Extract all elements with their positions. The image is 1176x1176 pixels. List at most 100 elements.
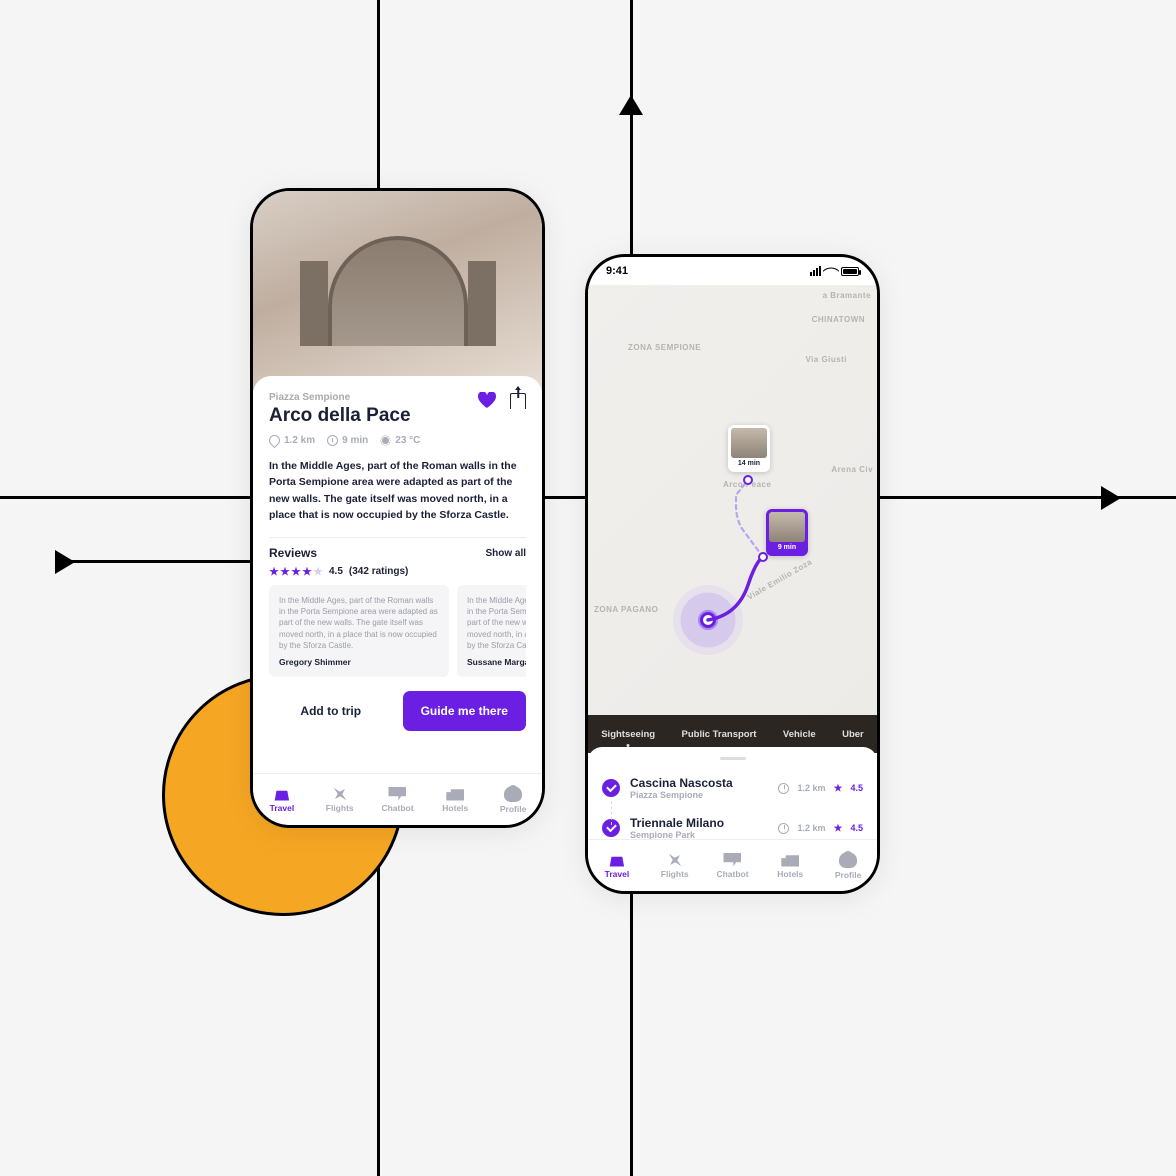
itinerary-stop[interactable]: Cascina Nascosta Piazza Sempione 1.2 km … [602,768,863,808]
tab-label: Hotels [777,869,803,879]
rating-count: (342 ratings) [349,566,408,577]
axis-seg [60,560,260,563]
tab-chatbot[interactable]: Chatbot [369,774,427,825]
duration-value: 9 min [342,435,368,446]
divider [269,537,526,538]
tab-flights[interactable]: Flights [311,774,369,825]
star-icon [269,567,279,577]
tab-hotels[interactable]: Hotels [426,774,484,825]
person-icon [839,852,857,868]
bottom-tab-bar: Travel Flights Chatbot Hotels Profile [253,773,542,825]
star-icon [833,784,842,793]
place-title: Arco della Pace [269,405,411,427]
tab-travel[interactable]: Travel [253,774,311,825]
phone-detail: Piazza Sempione Arco della Pace 1.2 km 9… [250,188,545,828]
tab-label: Chatbot [716,869,748,879]
tab-flights[interactable]: Flights [646,840,704,891]
axis-seg [630,100,633,270]
clock-icon [327,435,338,446]
transport-tab-uber[interactable]: Uber [840,725,866,744]
battery-icon [841,267,859,276]
transport-tab-vehicle[interactable]: Vehicle [781,725,818,744]
tab-profile[interactable]: Profile [484,774,542,825]
bottom-tab-bar: Travel Flights Chatbot Hotels Profile [588,839,877,891]
map-pin-far[interactable]: 14 min [728,425,770,472]
bed-icon [781,853,799,867]
route-line [588,285,877,715]
star-icon [313,567,323,577]
tab-travel[interactable]: Travel [588,840,646,891]
hero-image[interactable] [253,191,542,391]
tab-label: Profile [500,804,526,814]
stop-distance: 1.2 km [797,823,825,833]
add-to-trip-button[interactable]: Add to trip [269,691,393,731]
wifi-icon [823,263,840,280]
check-icon [602,819,620,837]
star-icon [291,567,301,577]
suitcase-icon [273,787,291,801]
suitcase-icon [608,853,626,867]
favorite-icon[interactable] [478,392,496,410]
chat-icon [723,853,741,867]
rating-stars [269,567,323,577]
star-icon [833,824,842,833]
map-pin-near[interactable]: 9 min [766,509,808,556]
monument-illustration [328,236,468,346]
review-author: Sussane Margaret [467,657,526,667]
rating-value: 4.5 [329,566,343,577]
arrow-up-icon [619,95,643,115]
tab-label: Travel [270,803,295,813]
clock-icon [778,823,789,834]
tab-chatbot[interactable]: Chatbot [704,840,762,891]
tab-hotels[interactable]: Hotels [761,840,819,891]
signal-icon [810,266,821,276]
place-meta: 1.2 km 9 min 23 °C [269,435,526,446]
phone-map: 9:41 ZONA SEMPIONE CHINATOWN Via Giusti … [585,254,880,894]
distance-value: 1.2 km [284,435,315,446]
tab-label: Hotels [442,803,468,813]
review-card[interactable]: In the Middle Ages, part of the Roman wa… [269,585,449,677]
share-icon[interactable] [510,393,526,409]
itinerary-sheet[interactable]: Cascina Nascosta Piazza Sempione 1.2 km … [588,747,877,848]
tab-label: Travel [605,869,630,879]
stop-subtitle: Piazza Sempione [630,790,768,800]
pin-thumbnail [769,512,805,542]
arrow-left-icon [55,550,75,574]
rating-summary: 4.5 (342 ratings) [269,566,526,577]
reviews-carousel[interactable]: In the Middle Ages, part of the Roman wa… [269,585,526,677]
tab-profile[interactable]: Profile [819,840,877,891]
tab-label: Flights [326,803,354,813]
star-icon [280,567,290,577]
chat-icon [388,787,406,801]
map-view[interactable]: ZONA SEMPIONE CHINATOWN Via Giusti a Bra… [588,285,877,715]
detail-card: Piazza Sempione Arco della Pace 1.2 km 9… [253,376,542,747]
plane-icon [663,848,686,871]
place-description: In the Middle Ages, part of the Roman wa… [269,458,526,523]
show-all-reviews-link[interactable]: Show all [485,548,526,559]
reviews-heading: Reviews [269,546,317,560]
pin-thumbnail [731,428,767,458]
pin-icon [267,433,283,449]
bed-icon [446,787,464,801]
status-bar: 9:41 [588,257,877,285]
arrow-right-icon [1101,486,1121,510]
plane-icon [328,782,351,805]
transport-tab-public[interactable]: Public Transport [680,725,759,744]
review-text: In the Middle Ages, part of the Roman wa… [279,595,439,651]
stop-rating: 4.5 [850,783,863,793]
review-author: Gregory Shimmer [279,657,439,667]
stop-distance: 1.2 km [797,783,825,793]
place-subtitle: Piazza Sempione [269,392,411,403]
route-waypoint[interactable] [743,475,753,485]
pin-time-label: 9 min [778,542,796,553]
guide-me-button[interactable]: Guide me there [403,691,527,731]
review-card[interactable]: In the Middle Ages, part of the Roman wa… [457,585,526,677]
tab-label: Chatbot [381,803,413,813]
stop-title: Cascina Nascosta [630,776,768,790]
stop-title: Triennale Milano [630,816,768,830]
transport-tab-sightseeing[interactable]: Sightseeing [599,725,657,744]
status-time: 9:41 [606,265,628,277]
sheet-drag-handle[interactable] [720,757,746,760]
stop-rating: 4.5 [850,823,863,833]
pin-time-label: 14 min [738,458,760,469]
